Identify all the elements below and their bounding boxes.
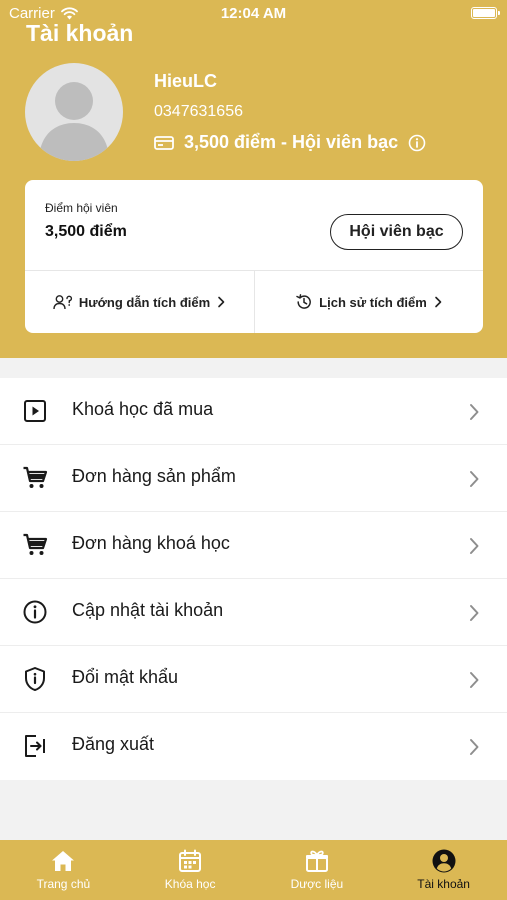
menu-item-logout[interactable]: Đăng xuất <box>0 713 507 780</box>
menu-item-label: Đơn hàng sản phẩm <box>72 466 236 486</box>
wallet-card-icon <box>154 135 174 150</box>
menu-item-label: Đổi mật khẩu <box>72 667 179 687</box>
cart-icon <box>23 533 48 555</box>
chevron-right-icon <box>470 739 479 755</box>
menu-item-label: Cập nhật tài khoản <box>72 600 224 620</box>
chevron-right-icon <box>470 605 479 621</box>
tab-courses[interactable]: Khóa học <box>127 840 254 900</box>
member-points-label: Điểm hội viên <box>45 201 118 215</box>
info-icon[interactable] <box>408 134 426 152</box>
points-guide-link[interactable]: Hướng dẫn tích điểm <box>25 271 254 333</box>
tab-home[interactable]: Trang chủ <box>0 840 127 900</box>
menu-item-course-orders[interactable]: Đơn hàng khoá học <box>0 512 507 579</box>
home-icon <box>52 851 75 871</box>
bottom-tab-bar: Trang chủ Khóa học Dược liệu Tài khoản <box>0 840 507 900</box>
menu-item-product-orders[interactable]: Đơn hàng sản phẩm <box>0 445 507 512</box>
points-guide-label: Hướng dẫn tích điểm <box>78 294 211 310</box>
shield-icon <box>25 667 45 691</box>
chevron-right-icon <box>470 538 479 554</box>
account-header: Carrier 12:04 AM Tài khoản HieuLC 034763… <box>0 0 507 358</box>
profile-name: HieuLC <box>154 71 217 91</box>
avatar[interactable] <box>25 63 123 161</box>
profile-points-row: 3,500 điểm - Hội viên bạc <box>154 132 426 153</box>
tab-label: Khóa học <box>164 877 216 891</box>
tab-herbs[interactable]: Dược liệu <box>254 840 381 900</box>
menu-item-label: Khoá học đã mua <box>72 399 214 419</box>
tab-label: Trang chủ <box>36 877 91 891</box>
chevron-right-icon <box>470 404 479 420</box>
calendar-icon <box>179 849 202 872</box>
cart-icon <box>23 466 48 488</box>
account-menu: Khoá học đã mua Đơn hàng sản phẩm Đơn hà… <box>0 378 507 780</box>
tab-label: Dược liệu <box>290 877 344 891</box>
page-title: Tài khoản <box>26 20 134 46</box>
play-square-icon <box>24 400 46 422</box>
chevron-right-icon <box>435 296 442 308</box>
user-circle-icon <box>432 849 456 873</box>
logout-icon <box>25 735 45 757</box>
chevron-right-icon <box>470 471 479 487</box>
user-silhouette-icon <box>39 82 109 161</box>
menu-item-purchased-courses[interactable]: Khoá học đã mua <box>0 378 507 445</box>
profile-phone: 0347631656 <box>154 103 243 120</box>
points-history-label: Lịch sử tích điểm <box>319 294 427 310</box>
member-tier-button[interactable]: Hội viên bạc <box>330 214 463 250</box>
points-history-link[interactable]: Lịch sử tích điểm <box>255 271 483 333</box>
history-icon <box>296 294 312 309</box>
menu-item-label: Đơn hàng khoá học <box>72 533 230 553</box>
gift-box-icon <box>305 850 328 872</box>
menu-item-change-password[interactable]: Đổi mật khẩu <box>0 646 507 713</box>
user-question-icon <box>53 295 72 310</box>
chevron-right-icon <box>218 296 225 308</box>
chevron-right-icon <box>470 672 479 688</box>
battery-icon <box>471 7 500 19</box>
menu-item-label: Đăng xuất <box>72 734 155 754</box>
tab-account[interactable]: Tài khoản <box>380 840 507 900</box>
menu-item-update-account[interactable]: Cập nhật tài khoản <box>0 579 507 646</box>
profile-points-text: 3,500 điểm - Hội viên bạc <box>184 132 399 152</box>
info-icon <box>23 600 47 624</box>
tab-label: Tài khoản <box>417 877 470 891</box>
member-points-value: 3,500 điểm <box>45 223 127 240</box>
member-card: Điểm hội viên 3,500 điểm Hội viên bạc Hư… <box>25 180 483 333</box>
